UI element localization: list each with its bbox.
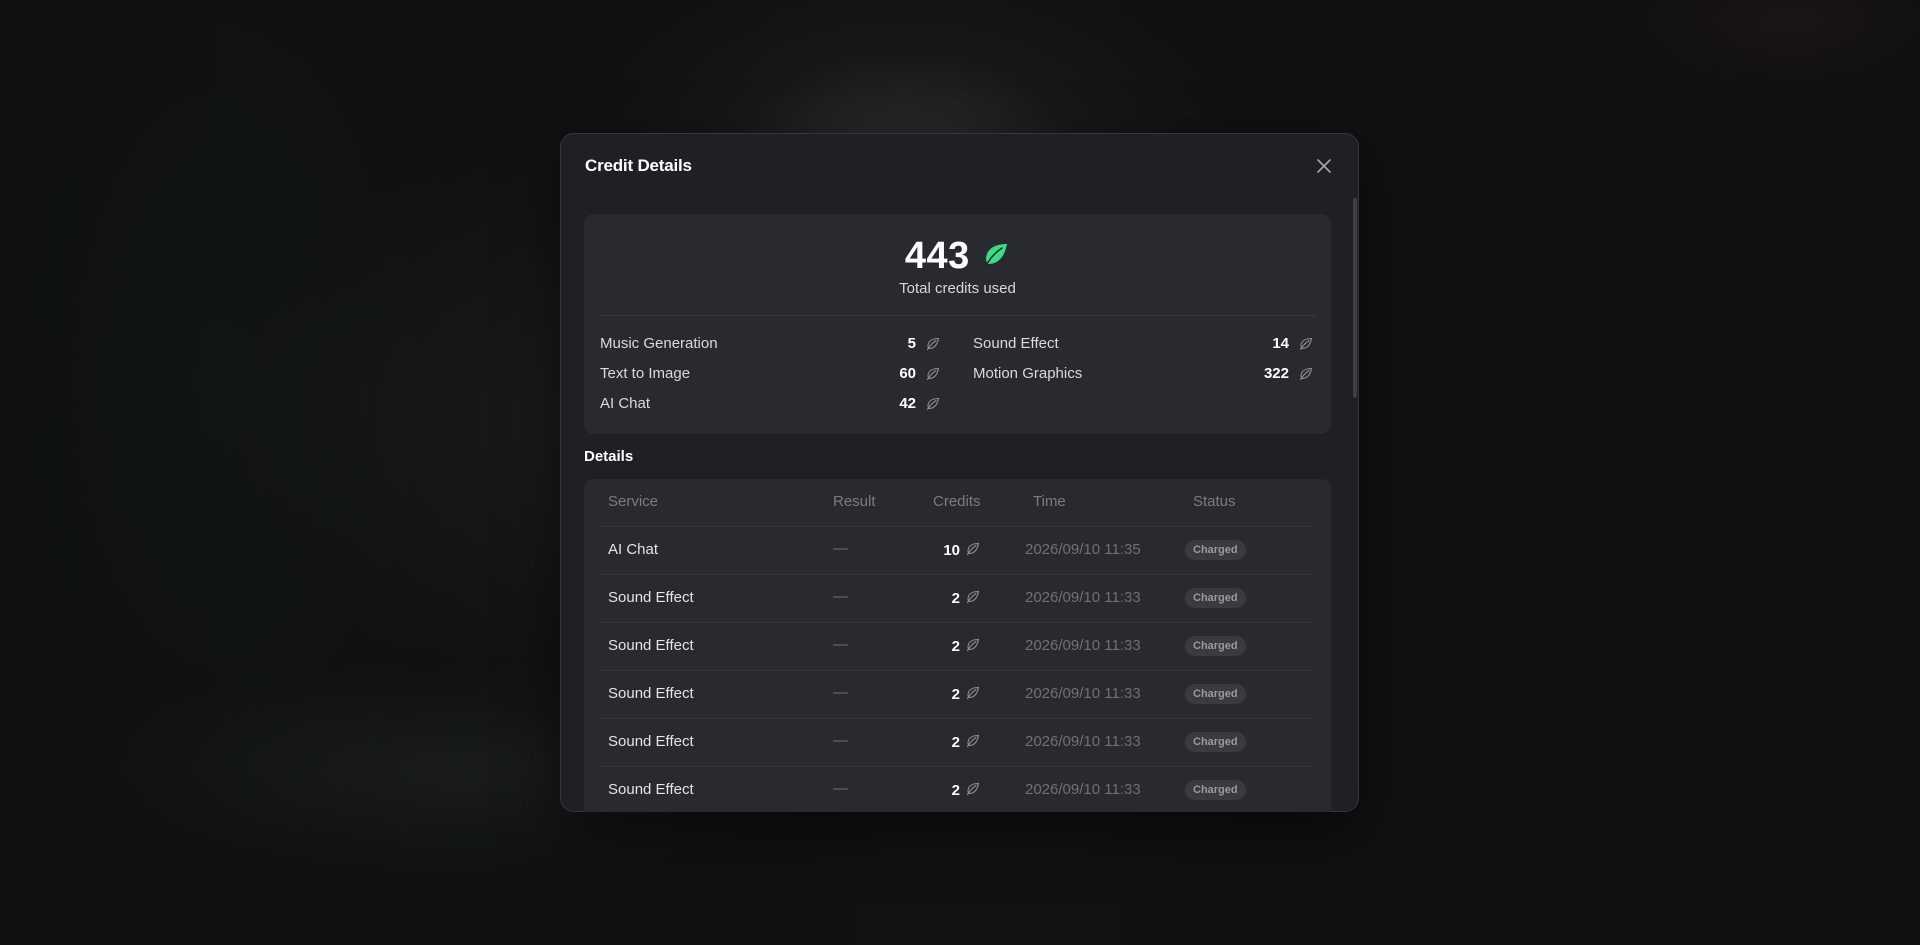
close-button[interactable] — [1312, 154, 1336, 178]
close-icon — [1317, 159, 1331, 173]
credit-details-modal: Credit Details — [560, 133, 1359, 812]
modal-header: Credit Details — [561, 134, 1358, 198]
modal-scrollbar[interactable] — [1352, 198, 1358, 802]
scroll-thumb[interactable] — [1353, 198, 1357, 398]
modal-title: Credit Details — [585, 156, 692, 175]
